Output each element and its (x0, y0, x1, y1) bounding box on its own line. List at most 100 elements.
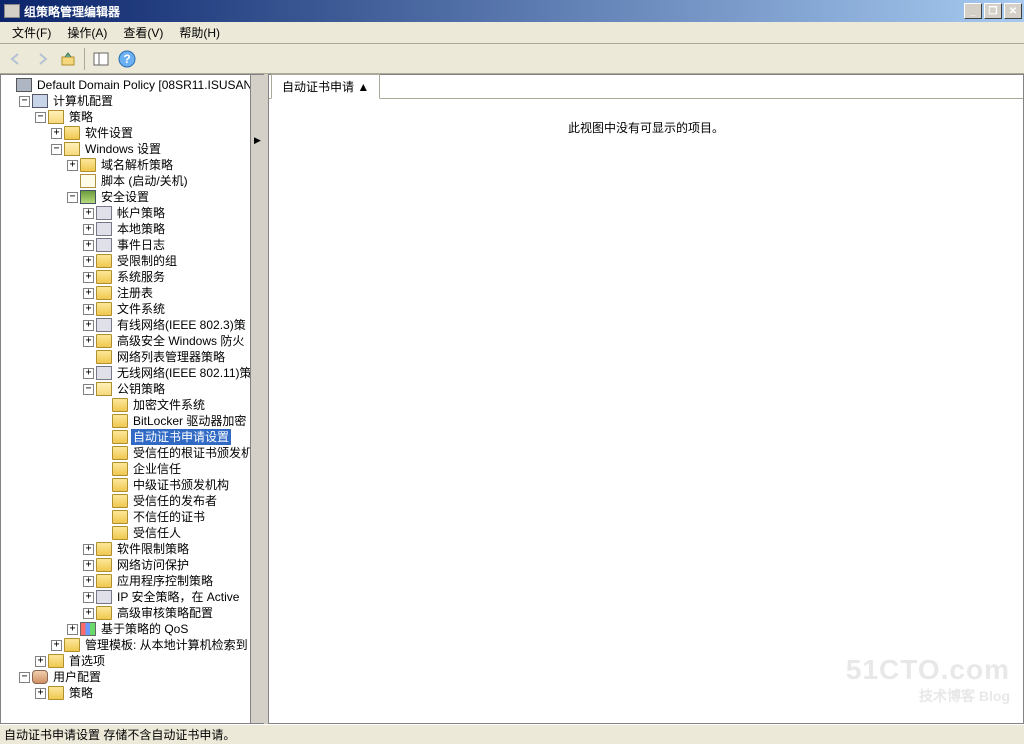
tree-registry[interactable]: 注册表 (115, 285, 155, 301)
window-title: 组策略管理编辑器 (24, 3, 120, 20)
tree-bitlocker[interactable]: BitLocker 驱动器加密 (131, 413, 248, 429)
folder-icon (96, 542, 112, 556)
tree-network-list[interactable]: 网络列表管理器策略 (115, 349, 227, 365)
menu-view[interactable]: 查看(V) (115, 22, 171, 43)
folder-icon (48, 654, 64, 668)
folder-icon (96, 286, 112, 300)
tree-trusted-people[interactable]: 受信任人 (131, 525, 183, 541)
tree-root[interactable]: Default Domain Policy [08SR11.ISUSAN.C (35, 77, 264, 93)
tree-trusted-publishers[interactable]: 受信任的发布者 (131, 493, 219, 509)
tree-trusted-root[interactable]: 受信任的根证书颁发机 (131, 445, 255, 461)
computer-icon (32, 94, 48, 108)
expand-toggle[interactable]: + (83, 576, 94, 587)
tree-software-restriction[interactable]: 软件限制策略 (115, 541, 191, 557)
tab-auto-cert[interactable]: 自动证书申请 ▲ (271, 74, 380, 99)
script-icon (80, 174, 96, 188)
tree-app-control[interactable]: 应用程序控制策略 (115, 573, 215, 589)
tree-public-key[interactable]: 公钥策略 (115, 381, 167, 397)
tree-computer-config[interactable]: 计算机配置 (51, 93, 115, 109)
expand-toggle[interactable]: + (67, 160, 78, 171)
minimize-button[interactable]: _ (964, 3, 982, 19)
tree-wired-network[interactable]: 有线网络(IEEE 802.3)策 (115, 317, 248, 333)
expand-toggle[interactable]: − (35, 112, 46, 123)
expand-toggle[interactable]: + (51, 640, 62, 651)
maximize-button[interactable]: ❐ (984, 3, 1002, 19)
tree-view[interactable]: Default Domain Policy [08SR11.ISUSAN.C −… (1, 75, 264, 703)
user-icon (32, 670, 48, 684)
expand-toggle[interactable]: + (83, 256, 94, 267)
tree-network-access[interactable]: 网络访问保护 (115, 557, 191, 573)
menu-help[interactable]: 帮助(H) (171, 22, 228, 43)
tree-user-config[interactable]: 用户配置 (51, 669, 103, 685)
expand-toggle[interactable]: + (83, 320, 94, 331)
tree-software-settings[interactable]: 软件设置 (83, 125, 135, 141)
expand-toggle[interactable]: + (83, 608, 94, 619)
expand-toggle[interactable]: + (83, 272, 94, 283)
tree-dns-policy[interactable]: 域名解析策略 (99, 157, 175, 173)
tree-windows-settings[interactable]: Windows 设置 (83, 141, 163, 157)
tree-windows-firewall[interactable]: 高级安全 Windows 防火 (115, 333, 246, 349)
expand-toggle[interactable]: + (83, 208, 94, 219)
expand-toggle[interactable]: − (19, 96, 30, 107)
folder-icon (112, 526, 128, 540)
up-button[interactable] (56, 47, 80, 71)
tree-scrollbar[interactable]: ▶ (250, 75, 264, 723)
expand-toggle[interactable]: + (83, 304, 94, 315)
expand-toggle[interactable]: + (83, 368, 94, 379)
tree-user-policy[interactable]: 策略 (67, 685, 95, 701)
tree-intermediate-ca[interactable]: 中级证书颁发机构 (131, 477, 231, 493)
tree-efs[interactable]: 加密文件系统 (131, 397, 207, 413)
menu-file[interactable]: 文件(F) (4, 22, 59, 43)
tree-scripts[interactable]: 脚本 (启动/关机) (99, 173, 190, 189)
expand-toggle[interactable]: + (83, 240, 94, 251)
back-button[interactable] (4, 47, 28, 71)
tree-ip-security[interactable]: IP 安全策略，在 Active (115, 589, 241, 605)
expand-toggle[interactable]: − (19, 672, 30, 683)
watermark-line1: 51CTO.com (846, 654, 1010, 686)
tree-security-settings[interactable]: 安全设置 (99, 189, 151, 205)
tree-event-log[interactable]: 事件日志 (115, 237, 167, 253)
tree-wireless-network[interactable]: 无线网络(IEEE 802.11)策 (115, 365, 254, 381)
tree-restricted-groups[interactable]: 受限制的组 (115, 253, 179, 269)
expand-toggle[interactable]: + (83, 288, 94, 299)
tree-account-policy[interactable]: 帐户策略 (115, 205, 167, 221)
expand-toggle[interactable]: + (83, 560, 94, 571)
tree-enterprise-trust[interactable]: 企业信任 (131, 461, 183, 477)
tree-preferences[interactable]: 首选项 (67, 653, 107, 669)
expand-toggle[interactable]: + (35, 688, 46, 699)
help-button[interactable]: ? (115, 47, 139, 71)
title-bar: 组策略管理编辑器 _ ❐ ✕ (0, 0, 1024, 22)
tree-auto-cert[interactable]: 自动证书申请设置 (131, 429, 231, 445)
tree-policy-qos[interactable]: 基于策略的 QoS (99, 621, 190, 637)
expand-toggle[interactable]: − (83, 384, 94, 395)
tree-policy[interactable]: 策略 (67, 109, 95, 125)
expand-toggle[interactable]: + (83, 224, 94, 235)
gear-icon (96, 318, 112, 332)
menu-action[interactable]: 操作(A) (59, 22, 115, 43)
expand-toggle[interactable]: + (83, 336, 94, 347)
gear-icon (96, 366, 112, 380)
expand-toggle[interactable]: + (83, 544, 94, 555)
folder-icon (112, 398, 128, 412)
forward-button[interactable] (30, 47, 54, 71)
show-hide-button[interactable] (89, 47, 113, 71)
expand-toggle[interactable]: + (51, 128, 62, 139)
expand-toggle[interactable]: − (51, 144, 62, 155)
expand-toggle[interactable]: + (35, 656, 46, 667)
content-body: 此视图中没有可显示的项目。 (269, 99, 1023, 723)
tree-admin-templates[interactable]: 管理模板: 从本地计算机检索到 (83, 637, 250, 653)
expand-toggle[interactable]: − (67, 192, 78, 203)
gear-icon (96, 590, 112, 604)
gear-icon (96, 238, 112, 252)
tree-untrusted-certs[interactable]: 不信任的证书 (131, 509, 207, 525)
tree-system-services[interactable]: 系统服务 (115, 269, 167, 285)
expand-toggle[interactable]: + (67, 624, 78, 635)
close-button[interactable]: ✕ (1004, 3, 1022, 19)
tree-local-policy[interactable]: 本地策略 (115, 221, 167, 237)
folder-icon (112, 510, 128, 524)
tree-filesystem[interactable]: 文件系统 (115, 301, 167, 317)
tree-advanced-audit[interactable]: 高级审核策略配置 (115, 605, 215, 621)
toolbar-separator (84, 48, 85, 70)
expand-toggle[interactable]: + (83, 592, 94, 603)
shield-icon (80, 190, 96, 204)
